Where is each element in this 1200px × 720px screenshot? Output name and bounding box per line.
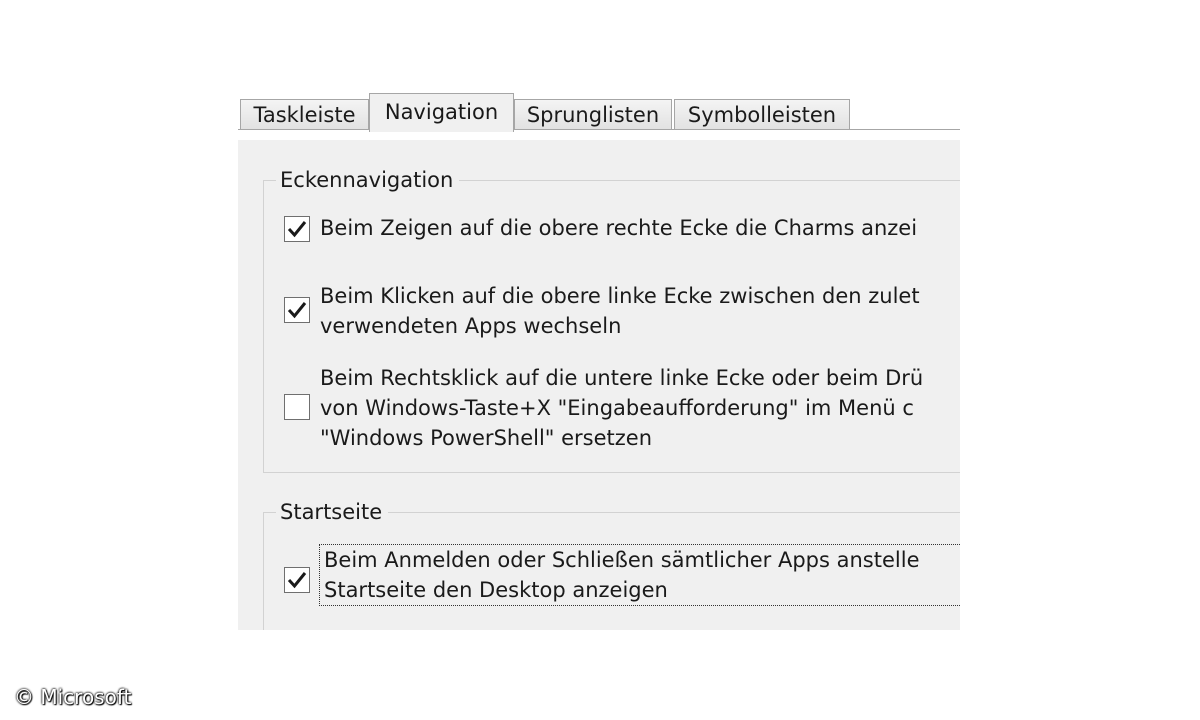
switch-apps-label-line-2: verwendeten Apps wechseln <box>320 314 622 338</box>
charms-checkbox[interactable] <box>284 216 310 242</box>
tab-strip: Taskleiste Navigation Sprunglisten Symbo… <box>238 88 960 140</box>
show-desktop-label-line-2: Startseite den Desktop anzeigen <box>324 578 668 602</box>
option-show-desktop[interactable]: Beim Anmelden oder Schließen sämtlicher … <box>284 544 960 611</box>
corner-navigation-legend: Eckennavigation <box>276 166 460 194</box>
show-desktop-label: Beim Anmelden oder Schließen sämtlicher … <box>319 544 960 606</box>
start-page-group: Startseite Beim Anmelden oder Schließen … <box>263 498 960 630</box>
option-replace-command-prompt[interactable]: Beim Rechtsklick auf die untere linke Ec… <box>284 363 960 455</box>
charms-label-line-1: Beim Zeigen auf die obere rechte Ecke di… <box>320 216 918 240</box>
tab-symbolleisten[interactable]: Symbolleisten <box>674 99 850 129</box>
checkmark-icon <box>287 221 307 238</box>
option-switch-recent-apps[interactable]: Beim Klicken auf die obere linke Ecke zw… <box>284 281 960 341</box>
tab-divider <box>238 129 960 130</box>
show-desktop-label-line-1: Beim Anmelden oder Schließen sämtlicher … <box>324 548 920 572</box>
corner-navigation-group: Eckennavigation Beim Zeigen auf die ober… <box>263 166 960 473</box>
powershell-checkbox[interactable] <box>284 394 310 420</box>
powershell-label: Beim Rechtsklick auf die untere linke Ec… <box>320 363 923 453</box>
checkmark-icon <box>287 302 307 319</box>
tab-sprunglisten[interactable]: Sprunglisten <box>514 99 672 129</box>
show-desktop-checkbox[interactable] <box>284 567 310 593</box>
option-charms-upper-right[interactable]: Beim Zeigen auf die obere rechte Ecke di… <box>284 213 960 247</box>
powershell-label-line-1: Beim Rechtsklick auf die untere linke Ec… <box>320 366 924 390</box>
tab-taskleiste[interactable]: Taskleiste <box>240 99 369 129</box>
tab-navigation[interactable]: Navigation <box>369 93 514 132</box>
powershell-label-line-2: von Windows-Taste+X "Eingabeaufforderung… <box>320 396 914 420</box>
charms-label: Beim Zeigen auf die obere rechte Ecke di… <box>320 213 917 243</box>
checkmark-icon <box>287 572 307 589</box>
copyright-watermark: © Microsoft <box>14 685 132 709</box>
switch-apps-label-line-1: Beim Klicken auf die obere linke Ecke zw… <box>320 284 920 308</box>
switch-apps-label: Beim Klicken auf die obere linke Ecke zw… <box>320 281 920 341</box>
powershell-label-line-3: "Windows PowerShell" ersetzen <box>320 426 653 450</box>
switch-apps-checkbox[interactable] <box>284 297 310 323</box>
taskbar-navigation-properties-dialog: Taskleiste Navigation Sprunglisten Symbo… <box>238 88 960 630</box>
start-page-legend: Startseite <box>276 498 389 526</box>
